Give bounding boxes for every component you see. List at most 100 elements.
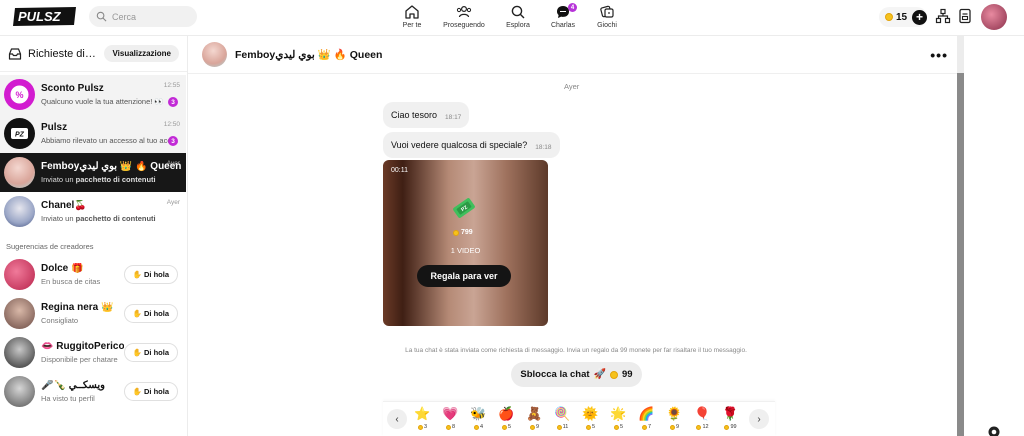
gift-icon: 🌈 [638, 405, 655, 421]
avatar [4, 297, 35, 329]
wallet-icon[interactable] [957, 8, 973, 24]
preview-text: Inviato un [41, 175, 76, 184]
unread-count: 3 [168, 136, 178, 146]
scrollbar-thumb[interactable] [957, 73, 964, 436]
feedback-icon[interactable] [987, 425, 1001, 436]
locked-media-card[interactable]: 00:11 PZ 799 1 VIDEO Regala para ver [383, 160, 548, 326]
gift-item[interactable]: 🐝 4 [467, 404, 490, 431]
preview-bold: pacchetto di contenuti [75, 175, 156, 184]
gift-price: 9 [669, 424, 680, 430]
sidebar-header: Richieste di messaggi Visualizzazione [0, 36, 187, 72]
gift-item[interactable]: 🍭 11 [551, 404, 574, 431]
avatar [4, 196, 35, 227]
say-hi-button[interactable]: ✋ Di hola [123, 303, 178, 323]
add-coins-button[interactable]: + [912, 9, 927, 25]
coin-icon [696, 424, 702, 430]
gift-item[interactable]: ⭐ 3 [411, 404, 434, 431]
view-button[interactable]: Visualizzazione [104, 45, 179, 62]
conversation-name: Sconto Pulsz [41, 83, 104, 94]
say-hi-button[interactable]: ✋ Di hola [123, 342, 178, 362]
video-duration: 00:11 [391, 167, 408, 174]
conversation-item-active[interactable]: Femboyبوي ليدي 👑 🔥 Queen Inviato un pacc… [0, 153, 186, 192]
say-hi-button[interactable]: ✋ Di hola [123, 264, 178, 284]
creator-suggestion[interactable]: 🎤🍾 ويسكــي Ha visto tu perfil ✋ Di hola [0, 372, 186, 410]
hierarchy-icon[interactable] [935, 8, 951, 24]
chat-panel: Femboyبوي ليدي 👑 🔥 Queen ••• Ayer Ciao t… [188, 36, 964, 436]
nav-label: Per te [402, 22, 422, 29]
more-options-icon[interactable]: ••• [930, 47, 948, 63]
scrollbar-track[interactable] [957, 36, 964, 73]
creator-suggestion[interactable]: Dolce 🎁 En busca de citas ✋ Di hola [0, 255, 186, 293]
avatar [4, 157, 35, 188]
coin-balance[interactable]: 15 + [879, 7, 927, 27]
search-box[interactable] [89, 6, 197, 27]
gift-item[interactable]: 🍎 5 [495, 404, 518, 431]
gift-item[interactable]: 🌟 5 [607, 404, 630, 431]
gift-to-view-button[interactable]: Regala para ver [417, 265, 511, 287]
conversation-item[interactable]: Chanel🍒 Inviato un pacchetto di contenut… [0, 192, 186, 231]
gift-icon: 🌞 [582, 405, 599, 421]
gift-item[interactable]: 🌈 7 [635, 404, 658, 431]
say-hi-label: Di hola [143, 269, 169, 279]
svg-text:%: % [15, 90, 23, 100]
gift-item[interactable]: 🌻 9 [663, 404, 686, 431]
gift-icon: 🍭 [554, 405, 571, 421]
creator-name: 👄 RuggitoPericoloso [41, 340, 124, 352]
search-input[interactable] [112, 11, 192, 22]
gift-icon: 🌟 [610, 405, 627, 421]
coin-icon [885, 13, 893, 21]
nav-giochi[interactable]: Giochi [577, 4, 637, 29]
search-icon [96, 11, 107, 22]
conversation-name: Femboyبوي ليدي 👑 🔥 Queen [41, 161, 182, 172]
gift-price: 3 [417, 424, 427, 430]
coin-icon [641, 424, 647, 430]
coin-icon [453, 229, 459, 236]
gift-item[interactable]: 🌞 5 [579, 404, 602, 431]
chevron-left-icon[interactable]: ‹ [387, 409, 407, 429]
message-bubble: Ciao tesoro 18:17 [383, 102, 470, 128]
gift-price-value: 5 [591, 424, 596, 430]
gift-icon: 🌹 [722, 405, 739, 421]
pulsz-logo[interactable]: PULSZ [12, 5, 78, 27]
conversation-item[interactable]: PZ Pulsz Abbiamo rilevato un accesso al … [0, 114, 186, 153]
gift-price-value: 9 [675, 424, 680, 430]
nav-label: Esplora [506, 22, 530, 29]
coin-count: 15 [895, 11, 908, 23]
chevron-right-icon[interactable]: › [749, 409, 769, 429]
gift-item[interactable]: 🧸 9 [523, 404, 546, 431]
rocket-icon: 🚀 [593, 369, 607, 380]
gift-icon: 🍎 [498, 405, 515, 421]
conversation-preview: Qualcuno vuole la tua attenzione! 👀 [41, 97, 164, 106]
pulsz-promo-icon: % [10, 85, 29, 104]
nav-proseguendo[interactable]: Proseguendo [434, 4, 494, 29]
gift-item[interactable]: 🌹 99 [719, 404, 742, 431]
creator-status: En busca de citas [41, 276, 101, 286]
gift-price: 99 [724, 424, 737, 430]
creator-name: Regina nera 👑 [41, 301, 114, 313]
gift-price: 7 [641, 424, 651, 430]
sidebar-title: Richieste di messaggi [28, 47, 98, 60]
unlock-chat-button[interactable]: Sblocca la chat 🚀 99 [511, 362, 642, 387]
gift-price: 5 [613, 424, 623, 430]
chat-title[interactable]: Femboyبوي ليدي 👑 🔥 Queen [235, 48, 382, 61]
chat-header: Femboyبوي ليدي 👑 🔥 Queen ••• [188, 36, 964, 74]
creator-suggestion[interactable]: Regina nera 👑 Consigliato ✋ Di hola [0, 294, 186, 332]
preview-bold: pacchetto di contenuti [75, 214, 156, 223]
coin-icon [501, 424, 507, 430]
creator-suggestion[interactable]: 👄 RuggitoPericoloso Disponibile per chat… [0, 333, 186, 371]
gift-icon: 🌻 [666, 405, 683, 421]
message-time: 18:18 [535, 143, 552, 151]
profile-avatar[interactable] [981, 4, 1007, 30]
home-icon [405, 5, 419, 19]
gift-item[interactable]: 🎈 12 [691, 404, 714, 431]
gift-icon: 🧸 [526, 405, 543, 421]
nav-per-te[interactable]: Per te [382, 4, 442, 29]
chat-avatar[interactable] [202, 42, 227, 67]
conversation-preview: Inviato un pacchetto di contenuti [41, 175, 182, 184]
conversation-item[interactable]: % Sconto Pulsz Qualcuno vuole la tua att… [0, 75, 186, 114]
coin-icon [613, 424, 619, 430]
request-notice: La tua chat è stata inviata come richies… [405, 347, 747, 354]
say-hi-button[interactable]: ✋ Di hola [123, 381, 178, 401]
gift-item[interactable]: 💗 8 [439, 404, 462, 431]
search-icon [511, 5, 525, 19]
